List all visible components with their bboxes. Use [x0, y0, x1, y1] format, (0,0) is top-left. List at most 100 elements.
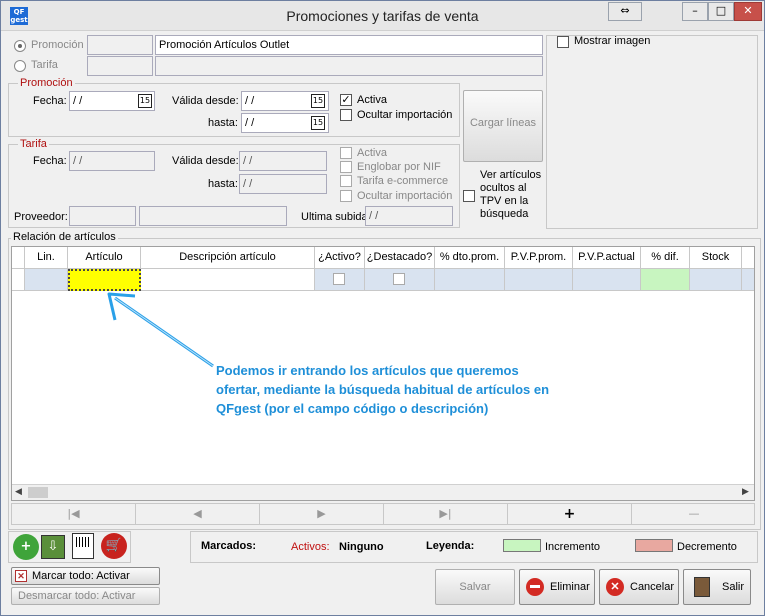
tarifa-hasta-field[interactable]: / / — [239, 174, 327, 194]
table-cell[interactable] — [641, 269, 690, 291]
scroll-left-icon[interactable]: ◀ — [15, 487, 22, 497]
last-record-icon[interactable]: ▶| — [384, 504, 508, 524]
tarifa-group-title: Tarifa — [18, 138, 49, 150]
mostrar-imagen-checkbox[interactable] — [557, 36, 569, 48]
calendar-icon[interactable]: 15 — [138, 94, 152, 108]
minus-icon — [530, 585, 540, 588]
add-items-icon[interactable]: + — [13, 534, 39, 560]
tarifa-radio-label: Tarifa — [31, 59, 58, 71]
maximize-icon[interactable]: □ — [708, 2, 734, 21]
table-cell[interactable] — [435, 269, 505, 291]
calendar-icon[interactable]: 15 — [311, 116, 325, 130]
previous-record-icon[interactable]: ◀ — [136, 504, 260, 524]
promocion-valida-desde-label: Válida desde: — [172, 95, 239, 107]
ver-ocultos-line: TPV en la — [480, 195, 529, 207]
tarifa-activa-checkbox[interactable] — [340, 147, 352, 159]
tarifa-activa-label: Activa — [357, 147, 387, 159]
restore-icon[interactable]: ⇔ — [608, 2, 642, 21]
title-bar: QF gest Promociones y tarifas de venta ⇔… — [1, 1, 764, 31]
ultima-subida-field[interactable]: / / — [365, 206, 453, 226]
column-header[interactable]: Artículo — [68, 247, 141, 269]
table-cell[interactable] — [315, 269, 365, 291]
annotation-line: Podemos ir entrando los artículos que qu… — [216, 363, 519, 378]
excel-import-icon[interactable]: ⇩ — [41, 535, 65, 559]
desmarcar-todo-button[interactable]: Desmarcar todo: Activar — [11, 587, 160, 605]
column-header[interactable]: % dif. — [641, 247, 690, 269]
promocion-ocultar-importacion-label: Ocultar importación — [357, 109, 453, 121]
row-indicator[interactable] — [12, 269, 25, 291]
window-title: Promociones y tarifas de venta — [286, 8, 479, 24]
ver-ocultos-line: búsqueda — [480, 208, 529, 220]
salir-button[interactable]: Salir — [683, 569, 751, 605]
close-icon: ✕ — [15, 570, 27, 582]
cargar-lineas-button[interactable]: Cargar líneas — [463, 90, 543, 162]
column-header[interactable]: ¿Destacado? — [365, 247, 435, 269]
barcode-icon — [76, 537, 90, 547]
column-header[interactable]: Lin. — [25, 247, 68, 269]
tarifa-fecha-field[interactable]: / / — [69, 151, 155, 171]
promocion-code-field[interactable] — [87, 35, 153, 55]
tarifa-fecha-label: Fecha: — [33, 155, 67, 167]
cancel-icon: ✕ — [606, 578, 624, 596]
next-record-icon[interactable]: ▶ — [260, 504, 384, 524]
annotation-line: QFgest (por el campo código o descripció… — [216, 401, 489, 416]
column-header[interactable]: % dto.prom. — [435, 247, 505, 269]
marcar-todo-button[interactable]: ✕ Marcar todo: Activar — [11, 567, 160, 585]
tarifa-englobar-nif-checkbox[interactable] — [340, 161, 352, 173]
clear-record-icon[interactable]: — — [632, 504, 756, 524]
column-header[interactable]: ¿Activo? — [315, 247, 365, 269]
promocion-ocultar-importacion-checkbox[interactable] — [340, 109, 352, 121]
proveedor-code-field[interactable] — [69, 206, 136, 226]
table-cell[interactable] — [742, 269, 754, 291]
activos-label: Activos: — [291, 541, 330, 553]
table-cell[interactable] — [505, 269, 573, 291]
delete-icon — [526, 578, 544, 596]
promocion-activa-label: Activa — [357, 94, 387, 106]
calendar-icon[interactable]: 15 — [311, 94, 325, 108]
promocion-radio[interactable] — [14, 40, 26, 52]
eliminar-label: Eliminar — [550, 581, 590, 593]
ver-ocultos-checkbox[interactable] — [463, 190, 475, 202]
ver-ocultos-line: Ver artículos — [480, 169, 542, 181]
salvar-button[interactable]: Salvar — [435, 569, 515, 605]
column-header[interactable]: Pr — [742, 247, 754, 269]
horizontal-scrollbar[interactable]: ◀ ▶ — [12, 484, 754, 500]
mostrar-imagen-label: Mostrar imagen — [574, 35, 651, 47]
ver-ocultos-label: Ver artículos ocultos al TPV en la búsqu… — [480, 169, 541, 221]
cancelar-button[interactable]: ✕ Cancelar — [599, 569, 679, 605]
barcode-print-icon[interactable] — [72, 533, 94, 559]
destacado-checkbox[interactable] — [393, 273, 405, 285]
tarifa-valida-desde-field[interactable]: / / — [239, 151, 327, 171]
promocion-activa-checkbox[interactable]: ✓ — [340, 94, 352, 106]
column-header[interactable]: P.V.P.prom. — [505, 247, 573, 269]
tarifa-code-field[interactable] — [87, 56, 153, 76]
close-icon[interactable]: ✕ — [734, 2, 762, 21]
column-header[interactable]: P.V.P.actual — [573, 247, 641, 269]
scroll-thumb[interactable] — [28, 487, 48, 498]
column-header[interactable]: Stock — [690, 247, 742, 269]
table-cell[interactable] — [690, 269, 742, 291]
add-record-icon[interactable]: + — [508, 504, 632, 524]
tarifa-radio[interactable] — [14, 60, 26, 72]
promocion-description-field[interactable]: Promoción Artículos Outlet — [155, 35, 543, 55]
table-cell[interactable] — [25, 269, 68, 291]
relacion-title: Relación de artículos — [11, 231, 118, 243]
tarifa-ocultar-importacion-checkbox[interactable] — [340, 190, 352, 202]
tarifa-ecommerce-checkbox[interactable] — [340, 175, 352, 187]
table-cell[interactable] — [365, 269, 435, 291]
scroll-right-icon[interactable]: ▶ — [742, 487, 749, 497]
minimize-icon[interactable]: – — [682, 2, 708, 21]
activo-checkbox[interactable] — [333, 273, 345, 285]
eliminar-button[interactable]: Eliminar — [519, 569, 595, 605]
tarifa-englobar-nif-label: Englobar por NIF — [357, 161, 441, 173]
incremento-label: Incremento — [545, 541, 601, 553]
column-header[interactable]: Descripción artículo — [141, 247, 315, 269]
activos-value: Ninguno — [339, 541, 384, 553]
tarifa-description-field[interactable] — [155, 56, 543, 76]
shopping-cart-icon[interactable]: 🛒 — [101, 533, 127, 559]
first-record-icon[interactable]: |◀ — [12, 504, 136, 524]
decremento-swatch — [635, 539, 673, 552]
proveedor-name-field[interactable] — [139, 206, 287, 226]
table-cell[interactable] — [573, 269, 641, 291]
cancelar-label: Cancelar — [630, 581, 675, 593]
